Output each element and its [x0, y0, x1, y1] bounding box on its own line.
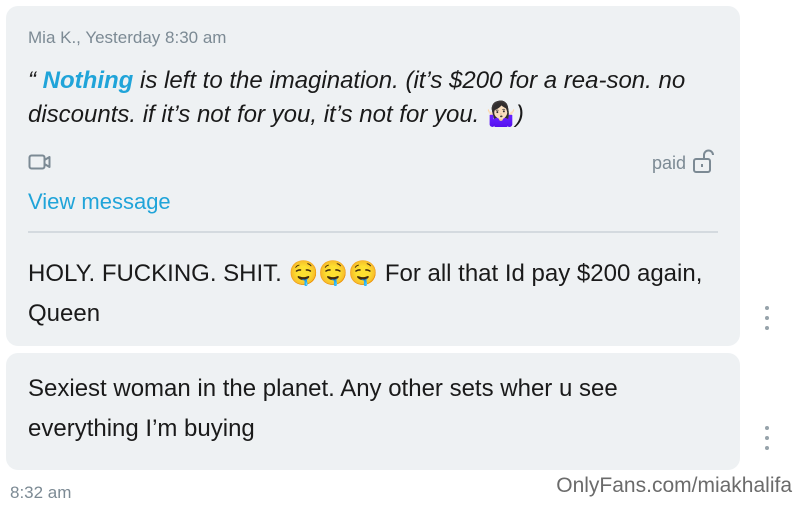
paid-indicator: paid	[652, 148, 714, 179]
sender-timestamp: Mia K., Yesterday 8:30 am	[28, 28, 227, 47]
unlock-icon	[692, 148, 714, 179]
message-divider	[28, 231, 718, 233]
paid-message-preview: “ Nothing is left to the imagination. (i…	[28, 64, 718, 132]
message-bubble: Sexiest woman in the planet. Any other s…	[6, 353, 740, 470]
video-camera-icon	[28, 152, 52, 177]
quote-open: “	[28, 67, 43, 94]
message-bubble-group: Mia K., Yesterday 8:30 am “ Nothing is l…	[6, 6, 740, 346]
message-timestamp: 8:32 am	[10, 483, 72, 502]
shrug-emoji: 🤷🏻‍♀️	[486, 101, 516, 128]
reply-message-text: HOLY. FUCKING. SHIT. 🤤🤤🤤 For all that Id…	[28, 260, 703, 327]
more-options-icon[interactable]	[760, 306, 774, 330]
view-message-link[interactable]: View message	[28, 189, 171, 215]
paid-label: paid	[651, 153, 686, 173]
highlighted-word: Nothing	[42, 67, 134, 94]
more-options-icon[interactable]	[760, 426, 774, 450]
watermark: OnlyFans.com/miakhalifa	[556, 474, 792, 497]
quote-close: )	[515, 101, 524, 128]
second-message-text: Sexiest woman in the planet. Any other s…	[28, 375, 618, 442]
